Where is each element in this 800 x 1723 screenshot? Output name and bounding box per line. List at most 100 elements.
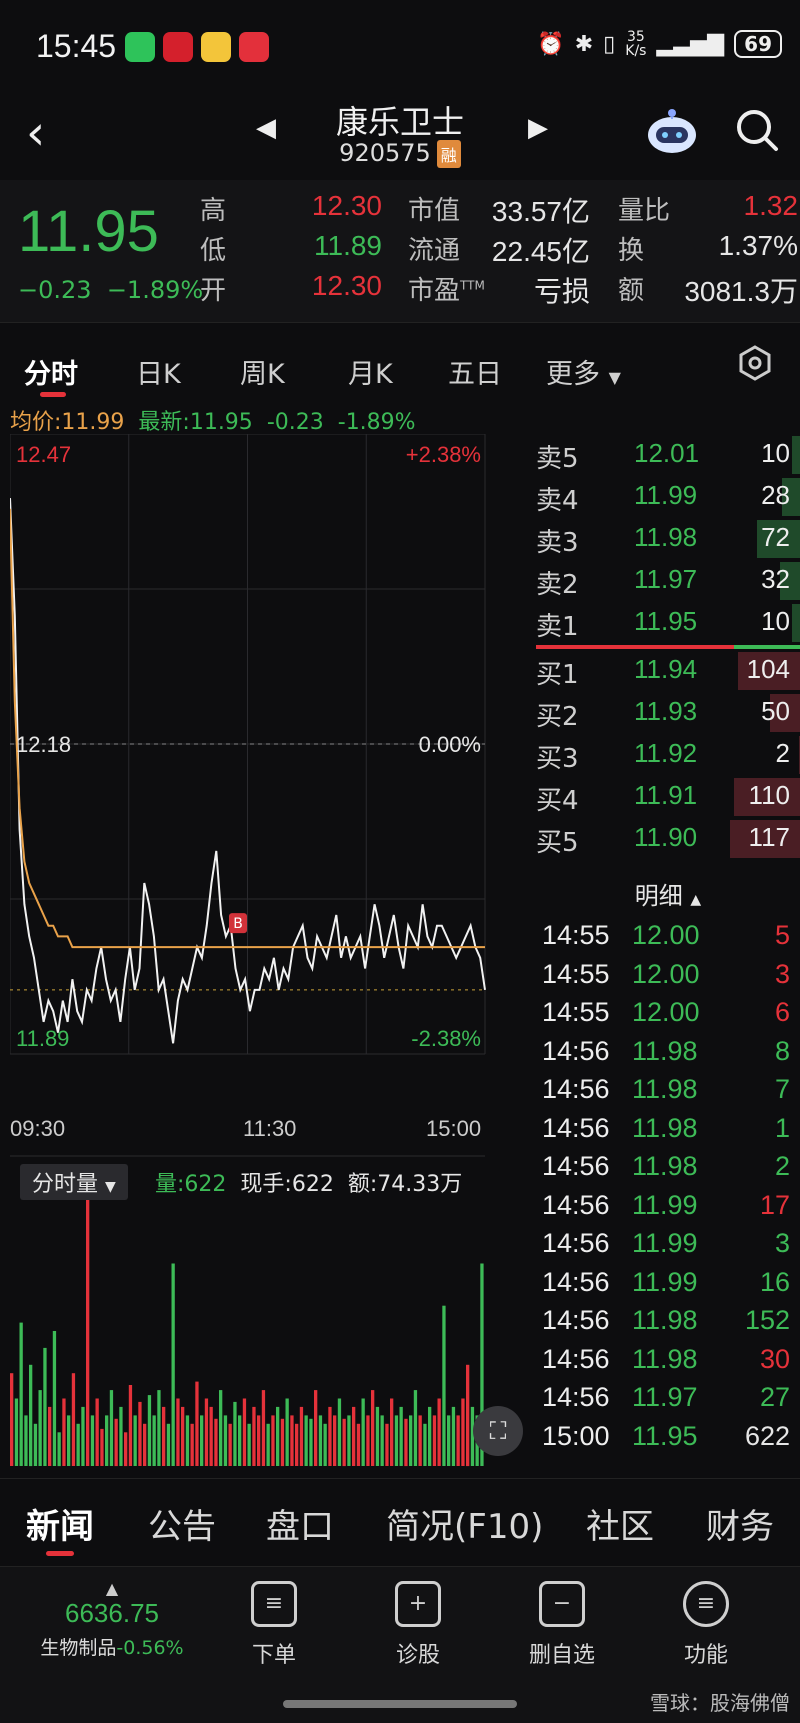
finance-app-icon xyxy=(239,32,269,62)
quote-value-col3-0: 1.32 xyxy=(743,190,799,221)
dropdown-icon: ▼ xyxy=(608,368,621,387)
diagnose-button[interactable]: + 诊股 xyxy=(358,1581,478,1669)
trade-price: 11.97 xyxy=(632,1382,698,1412)
volume-bar xyxy=(29,1364,33,1467)
tab-intraday[interactable]: 分时 xyxy=(24,352,78,391)
volume-bar xyxy=(10,1373,14,1466)
tab-daily-k[interactable]: 日K xyxy=(136,352,181,391)
wechat-icon xyxy=(125,32,155,62)
buy-level-4[interactable]: 买4 11.91 110 xyxy=(536,776,800,818)
volume-bar xyxy=(261,1390,266,1466)
sell-level-1[interactable]: 卖1 11.95 10 xyxy=(536,602,800,644)
alarm-icon: ⏰ xyxy=(537,31,565,57)
volume-bar xyxy=(52,1331,57,1466)
document-icon: ≡ xyxy=(251,1581,297,1627)
tab-community[interactable]: 社区 xyxy=(586,1499,654,1548)
tab-handicap[interactable]: 盘口 xyxy=(266,1499,334,1548)
search-icon[interactable] xyxy=(734,107,780,153)
volume-bar xyxy=(437,1398,441,1466)
volume-chart[interactable]: 09:30 11:30 15:00 分时量 ▼ 量:622 现手:622 额:7… xyxy=(10,1114,535,1468)
volume-bar xyxy=(204,1398,209,1466)
assistant-robot-icon[interactable] xyxy=(644,105,700,157)
buy-level-2[interactable]: 买2 11.93 50 xyxy=(536,692,800,734)
trade-row: 14:56 11.99 16 xyxy=(536,1265,800,1303)
volume-bar xyxy=(432,1415,437,1466)
tab-five-day[interactable]: 五日 xyxy=(448,352,502,391)
level-volume: 32 xyxy=(761,564,790,594)
volume-bar xyxy=(442,1305,446,1466)
volume-selector[interactable]: 分时量 ▼ xyxy=(20,1164,128,1200)
trade-row: 14:55 12.00 6 xyxy=(536,995,800,1033)
tab-finance[interactable]: 财务 xyxy=(706,1499,774,1548)
buy-level-3[interactable]: 买3 11.92 2 xyxy=(536,734,800,776)
level-price: 11.91 xyxy=(634,780,698,810)
sell-level-5[interactable]: 卖5 12.01 10 xyxy=(536,434,800,476)
functions-button[interactable]: ≡ 功能 xyxy=(646,1581,766,1669)
tab-monthly-k[interactable]: 月K xyxy=(348,352,393,391)
tab-more[interactable]: 更多 ▼ xyxy=(546,352,621,391)
level-volume: 10 xyxy=(761,438,790,468)
intraday-chart[interactable]: B 12.47 12.18 11.89 +2.38% 0.00% -2.38% xyxy=(9,433,535,1114)
volume-bar xyxy=(14,1398,19,1466)
sell-level-4[interactable]: 卖4 11.99 28 xyxy=(536,476,800,518)
level-label: 卖5 xyxy=(536,444,579,474)
volume-bar xyxy=(86,1196,90,1466)
volume-bar xyxy=(81,1406,85,1466)
trade-volume: 2 xyxy=(774,1151,790,1181)
volume-bar xyxy=(171,1263,175,1466)
volume-bar xyxy=(100,1428,104,1466)
volume-bar xyxy=(114,1418,118,1467)
y-label-top: 12.47 xyxy=(16,442,71,467)
next-stock-icon[interactable]: ▶ xyxy=(528,113,548,143)
tab-news[interactable]: 新闻 xyxy=(26,1499,94,1548)
status-time: 15:45 xyxy=(36,28,117,64)
volume-info: 量:622 现手:622 额:74.33万 xyxy=(155,1172,463,1197)
quote-value-col3-2: 3081.3万 xyxy=(684,276,798,307)
fullscreen-icon[interactable]: ⛶ xyxy=(473,1406,523,1456)
trade-time: 14:56 xyxy=(542,1189,610,1220)
volume-bar xyxy=(418,1415,422,1466)
trade-time: 14:56 xyxy=(542,1035,610,1066)
volume-bar xyxy=(124,1432,128,1467)
quote-value-col2-1: 22.45亿 xyxy=(491,236,590,267)
stock-code: 920575 xyxy=(339,139,431,167)
volume-bar xyxy=(371,1390,375,1466)
remove-watchlist-button[interactable]: − 删自选 xyxy=(502,1581,622,1669)
trade-volume: 16 xyxy=(759,1266,790,1297)
volume-bar xyxy=(276,1406,280,1466)
chart-settings-icon[interactable] xyxy=(736,344,774,382)
level-price: 11.97 xyxy=(634,564,698,594)
tab-f10[interactable]: 简况(F10) xyxy=(386,1499,543,1548)
tab-announcement[interactable]: 公告 xyxy=(148,1499,216,1548)
level-price: 11.98 xyxy=(634,522,698,552)
chart-tabs: 分时 日K 周K 月K 五日 更多 ▼ xyxy=(0,322,800,402)
tab-weekly-k[interactable]: 周K xyxy=(240,352,285,391)
level-label: 卖1 xyxy=(536,612,579,642)
volume-bar xyxy=(105,1415,109,1466)
trade-volume: 3 xyxy=(774,1228,790,1258)
volume-bar xyxy=(147,1395,152,1466)
detail-header[interactable]: 明细 ▲ xyxy=(536,876,800,918)
trade-time: 15:00 xyxy=(542,1420,610,1451)
home-indicator[interactable] xyxy=(283,1700,517,1708)
sell-level-2[interactable]: 卖2 11.97 32 xyxy=(536,560,800,602)
volume-bar xyxy=(128,1385,133,1466)
volume-bar xyxy=(157,1390,161,1466)
volume-bar xyxy=(67,1415,71,1466)
trade-row: 14:56 11.99 3 xyxy=(536,1226,800,1264)
volume-bar xyxy=(337,1398,342,1466)
level-price: 11.92 xyxy=(634,738,698,768)
volume-bar xyxy=(223,1415,228,1466)
sell-level-3[interactable]: 卖3 11.98 72 xyxy=(536,518,800,560)
volume-bar xyxy=(390,1398,394,1466)
buy-level-1[interactable]: 买1 11.94 104 xyxy=(536,650,800,692)
sector-index[interactable]: ▲ 6636.75 生物制品-0.56% xyxy=(32,1579,192,1660)
sector-index-value: 6636.75 xyxy=(65,1598,159,1628)
volume-bar xyxy=(33,1423,38,1466)
volume-bar xyxy=(423,1423,427,1466)
volume-bar xyxy=(90,1415,95,1466)
level-price: 11.90 xyxy=(634,822,698,852)
place-order-button[interactable]: ≡ 下单 xyxy=(214,1581,334,1669)
trade-detail-list[interactable]: 14:55 12.00 5 14:55 12.00 3 14:55 12.00 61… xyxy=(536,918,800,1466)
buy-level-5[interactable]: 买5 11.90 117 xyxy=(536,818,800,860)
